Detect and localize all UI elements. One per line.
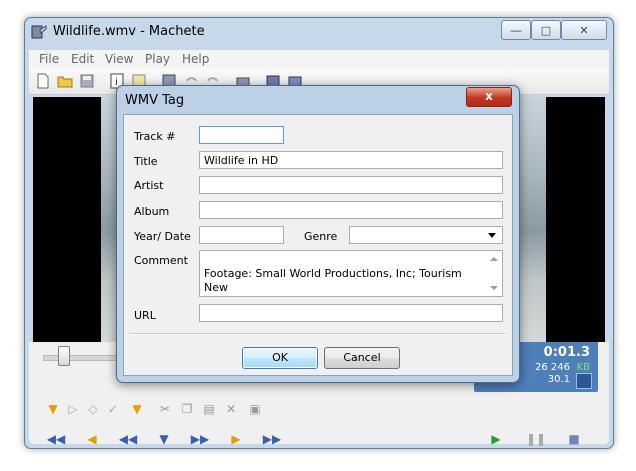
scroll-down-icon[interactable] bbox=[490, 286, 498, 290]
cancel-button[interactable]: Cancel bbox=[324, 347, 400, 369]
artist-input[interactable] bbox=[199, 176, 503, 194]
title-input[interactable] bbox=[199, 151, 503, 169]
close-icon: x bbox=[485, 89, 493, 103]
menu-file[interactable]: File bbox=[39, 52, 59, 66]
save-selection-icon[interactable]: ▣ bbox=[247, 402, 263, 416]
dialog-close-button[interactable]: x bbox=[466, 87, 512, 107]
comment-scrollbar[interactable] bbox=[487, 252, 501, 295]
dialog-body: Track # Title Artist Album Year/ Date Ge… bbox=[123, 114, 513, 376]
go-to-start-icon[interactable]: ◀◀ bbox=[45, 432, 67, 446]
file-size-unit: KB bbox=[576, 362, 590, 373]
file-size: 26 246 bbox=[535, 362, 570, 373]
seek-slider-thumb[interactable] bbox=[58, 346, 70, 366]
fast-forward-icon[interactable]: ▶▶ bbox=[189, 432, 211, 446]
dialog-title: WMV Tag bbox=[125, 93, 185, 108]
rewind-icon[interactable]: ◀◀ bbox=[117, 432, 139, 446]
prev-mark-icon[interactable]: ◀ bbox=[81, 432, 103, 446]
machete-app-icon bbox=[31, 25, 47, 39]
menu-edit[interactable]: Edit bbox=[71, 52, 94, 66]
year-label: Year/ Date bbox=[134, 230, 191, 243]
save-icon[interactable] bbox=[79, 73, 95, 89]
seek-slider-track[interactable] bbox=[43, 355, 125, 361]
title-bar: Wildlife.wmv - Machete ― □ ✕ bbox=[25, 18, 613, 46]
comment-text: Footage: Small World Productions, Inc; T… bbox=[204, 267, 462, 296]
ok-button[interactable]: OK bbox=[242, 347, 318, 369]
dialog-separator bbox=[130, 333, 506, 335]
menu-help[interactable]: Help bbox=[182, 52, 209, 66]
comment-label: Comment bbox=[134, 254, 188, 267]
track-input[interactable] bbox=[199, 126, 284, 144]
step-frame-icon[interactable]: ▼ bbox=[153, 432, 175, 446]
menu-play[interactable]: Play bbox=[145, 52, 170, 66]
year-input[interactable] bbox=[199, 226, 284, 244]
select-icon[interactable]: ✓ bbox=[105, 402, 121, 416]
maximize-icon: □ bbox=[540, 23, 552, 37]
scroll-up-icon[interactable] bbox=[490, 257, 498, 261]
maximize-button[interactable]: □ bbox=[531, 20, 561, 40]
go-to-end-icon[interactable]: ▶▶ bbox=[261, 432, 283, 446]
open-folder-icon[interactable] bbox=[57, 73, 73, 89]
chevron-down-icon bbox=[488, 233, 496, 238]
new-file-icon[interactable] bbox=[35, 73, 51, 89]
window-title: Wildlife.wmv - Machete bbox=[53, 24, 205, 39]
title-label: Title bbox=[134, 155, 158, 168]
clear-mark-icon[interactable]: ◇ bbox=[85, 402, 101, 416]
play-icon[interactable]: ▶ bbox=[485, 432, 507, 446]
artist-label: Artist bbox=[134, 179, 164, 192]
album-label: Album bbox=[134, 205, 170, 218]
album-input[interactable] bbox=[199, 201, 503, 219]
track-label: Track # bbox=[134, 130, 176, 143]
url-input[interactable] bbox=[199, 304, 503, 322]
copy-icon[interactable]: ❐ bbox=[179, 402, 195, 416]
paste-icon[interactable]: ▤ bbox=[201, 402, 217, 416]
current-time: 0:01.3 bbox=[543, 345, 590, 360]
mark-out-icon[interactable]: ▼ bbox=[129, 402, 145, 416]
genre-label: Genre bbox=[304, 230, 338, 243]
next-mark-icon[interactable]: ▶ bbox=[225, 432, 247, 446]
frame-rate: 30.1 bbox=[547, 374, 570, 385]
close-icon: ✕ bbox=[579, 23, 589, 37]
genre-select[interactable] bbox=[349, 226, 503, 244]
close-window-button[interactable]: ✕ bbox=[561, 20, 607, 40]
pause-indicator-icon bbox=[576, 373, 592, 389]
pause-icon[interactable]: ❚❚ bbox=[525, 432, 547, 446]
delete-icon[interactable]: ✕ bbox=[223, 402, 239, 416]
comment-textarea[interactable]: Footage: Small World Productions, Inc; T… bbox=[199, 250, 503, 297]
menu-view[interactable]: View bbox=[105, 52, 133, 66]
wmv-tag-dialog: WMV Tag x Track # Title Artist Album Yea… bbox=[116, 85, 520, 383]
minimize-icon: ― bbox=[510, 23, 522, 37]
cut-icon[interactable]: ✂ bbox=[157, 402, 173, 416]
mark-in-icon[interactable]: ▼ bbox=[45, 402, 61, 416]
stop-icon[interactable]: ■ bbox=[563, 432, 585, 446]
minimize-button[interactable]: ― bbox=[501, 20, 531, 40]
url-label: URL bbox=[134, 309, 156, 322]
menu-bar: File Edit View Play Help bbox=[29, 50, 609, 68]
go-to-mark-icon[interactable]: ▷ bbox=[65, 402, 81, 416]
